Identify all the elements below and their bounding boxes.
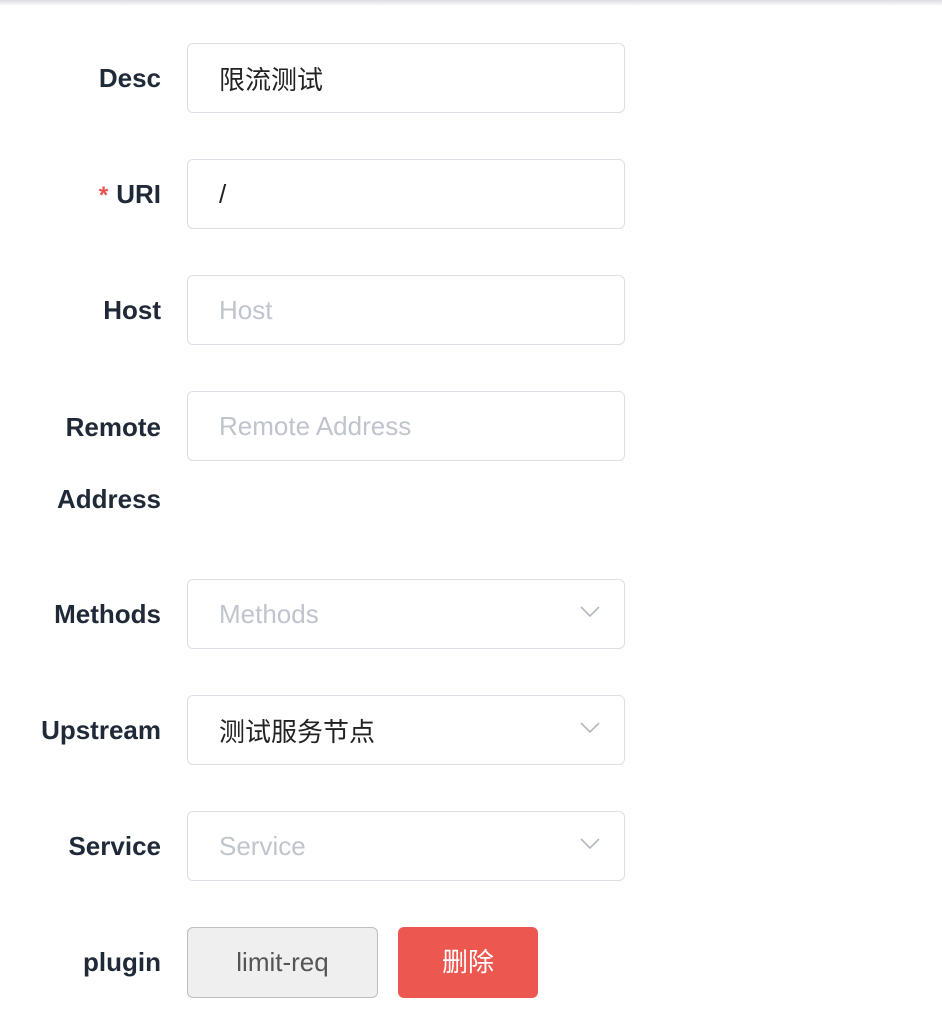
service-select[interactable] [187, 811, 625, 881]
service-input[interactable] [188, 812, 579, 880]
remote-address-field[interactable] [187, 391, 625, 461]
remote-address-input[interactable] [188, 392, 579, 460]
plugin-limit-req-button[interactable]: limit-req [187, 927, 378, 998]
chevron-down-icon [580, 838, 600, 850]
upstream-select[interactable] [187, 695, 625, 765]
upstream-input[interactable] [188, 696, 579, 764]
chevron-down-icon [580, 606, 600, 618]
delete-plugin-button[interactable]: 删除 [398, 927, 538, 998]
uri-label-text: URI [116, 179, 161, 209]
service-label: Service [68, 831, 161, 861]
methods-input[interactable] [188, 580, 579, 648]
uri-label: * URI [99, 159, 161, 231]
chevron-down-icon [580, 722, 600, 734]
plugin-label: plugin [83, 947, 161, 977]
host-label: Host [103, 295, 161, 325]
top-shadow [0, 0, 942, 6]
desc-label: Desc [98, 63, 161, 93]
remote-address-label-line1: Remote [65, 412, 161, 442]
host-field[interactable] [187, 275, 625, 345]
required-mark: * [98, 182, 109, 209]
uri-field[interactable] [187, 159, 625, 229]
remote-address-label-line2: Address [56, 484, 161, 514]
methods-select[interactable] [187, 579, 625, 649]
upstream-label: Upstream [41, 715, 161, 745]
desc-field[interactable] [187, 43, 625, 113]
desc-input[interactable] [188, 44, 579, 112]
methods-label: Methods [54, 599, 161, 629]
remote-address-label: Remote Address [57, 391, 161, 535]
uri-input[interactable] [188, 160, 579, 228]
host-input[interactable] [188, 276, 579, 344]
